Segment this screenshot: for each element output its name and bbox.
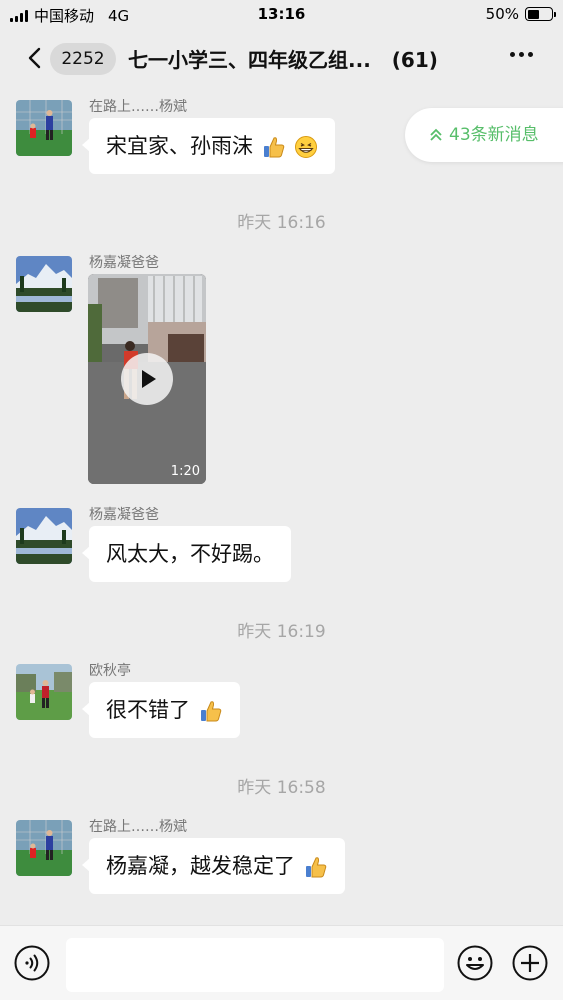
sender-name: 杨嘉凝爸爸 bbox=[89, 507, 159, 523]
message-input[interactable] bbox=[66, 938, 444, 992]
message-text: 杨嘉凝，越发稳定了 bbox=[106, 854, 295, 878]
message-bubble[interactable]: 风太大，不好踢。 bbox=[82, 526, 291, 582]
avatar[interactable] bbox=[16, 508, 72, 564]
member-count: (61) bbox=[391, 48, 438, 72]
new-messages-button[interactable]: 43条新消息 bbox=[405, 108, 563, 162]
chat-title: 七一小学三、四年级乙组... (61) bbox=[128, 44, 473, 73]
battery-percent: 50% bbox=[485, 5, 519, 23]
battery-icon bbox=[525, 7, 556, 21]
status-bar: 中国移动 4G 13:16 50% bbox=[0, 0, 563, 30]
timestamp-divider: 昨天 16:16 bbox=[237, 213, 326, 233]
sender-name: 欧秋亭 bbox=[89, 663, 131, 679]
unread-count-badge[interactable]: 2252 bbox=[50, 43, 116, 75]
plus-icon[interactable] bbox=[512, 945, 548, 981]
message-text: 风太大，不好踢。 bbox=[106, 542, 274, 566]
avatar[interactable] bbox=[16, 100, 72, 156]
voice-icon[interactable] bbox=[14, 945, 50, 981]
avatar[interactable] bbox=[16, 820, 72, 876]
group-name: 七一小学三、四年级乙组... bbox=[128, 48, 371, 72]
new-messages-label: 43条新消息 bbox=[449, 125, 539, 145]
emoji-icon[interactable] bbox=[457, 945, 493, 981]
more-icon[interactable] bbox=[510, 52, 533, 57]
grin-icon bbox=[295, 136, 318, 158]
message-bubble[interactable]: 很不错了 bbox=[82, 682, 240, 738]
play-icon bbox=[142, 370, 156, 388]
timestamp-divider: 昨天 16:58 bbox=[237, 778, 326, 798]
avatar[interactable] bbox=[16, 664, 72, 720]
message-bubble[interactable]: 宋宜家、孙雨沫 bbox=[81, 118, 336, 174]
video-message[interactable]: 1:20 bbox=[88, 274, 206, 484]
chat-header: 2252 七一小学三、四年级乙组... (61) bbox=[0, 30, 563, 86]
thumbs-up-icon bbox=[263, 137, 284, 158]
sender-name: 杨嘉凝爸爸 bbox=[89, 255, 159, 271]
double-chevron-up-icon bbox=[430, 128, 442, 141]
timestamp-divider: 昨天 16:19 bbox=[237, 622, 326, 642]
thumbs-up-icon bbox=[200, 701, 221, 722]
video-duration: 1:20 bbox=[170, 464, 200, 479]
back-icon[interactable] bbox=[26, 46, 46, 70]
battery-fill bbox=[527, 9, 539, 19]
chat-input-bar bbox=[0, 925, 563, 1000]
sender-name: 在路上……杨斌 bbox=[89, 99, 187, 115]
sender-name: 在路上……杨斌 bbox=[89, 819, 187, 835]
message-text: 宋宜家、孙雨沫 bbox=[106, 134, 253, 158]
message-text: 很不错了 bbox=[106, 698, 190, 722]
status-time: 13:16 bbox=[257, 5, 306, 23]
thumbs-up-icon bbox=[305, 857, 326, 878]
avatar[interactable] bbox=[16, 256, 72, 312]
play-button[interactable] bbox=[121, 353, 173, 405]
message-bubble[interactable]: 杨嘉凝，越发稳定了 bbox=[82, 838, 345, 894]
